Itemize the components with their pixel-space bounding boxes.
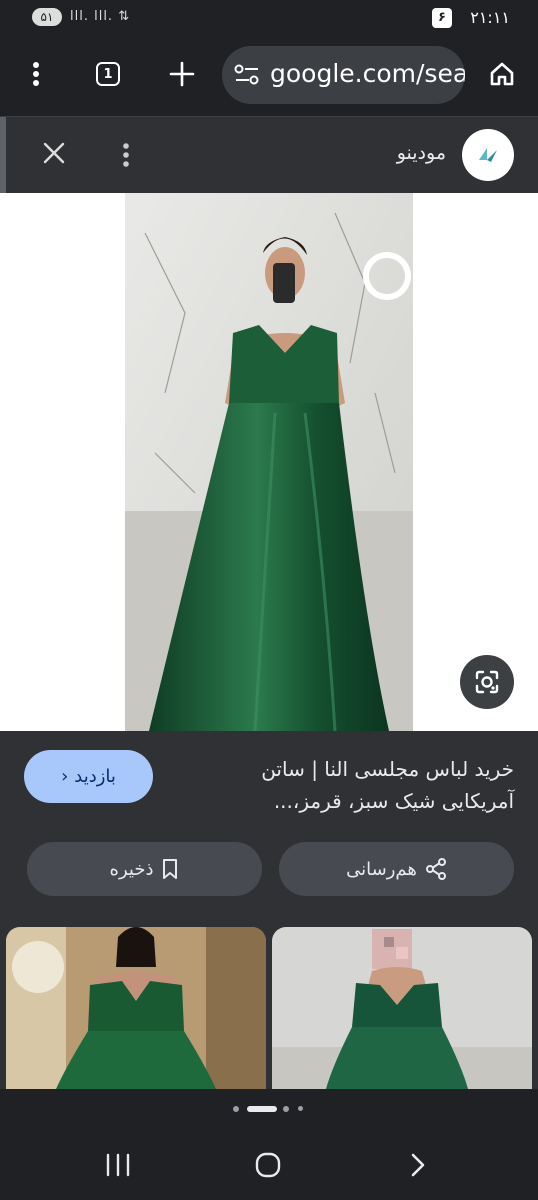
more-vert-icon (123, 143, 129, 167)
related-image-graphic (6, 927, 266, 1089)
url-text: google.com/sea (270, 59, 465, 88)
pager-dot (298, 1106, 303, 1111)
home-icon (490, 62, 514, 86)
more-options-button[interactable] (108, 137, 144, 173)
save-label: ذخیره (109, 858, 154, 880)
dress-photo[interactable] (125, 193, 413, 731)
tabs-icon: 1 (96, 62, 120, 86)
site-logo-icon (479, 148, 497, 162)
battery-indicator: ۵۱ (32, 8, 62, 26)
signal-indicator: lll. lll. ⇅ (70, 9, 131, 24)
tab-switcher-button[interactable]: 1 (86, 52, 130, 96)
bookmark-icon (163, 859, 178, 879)
share-button[interactable]: هم‌رسانی (279, 842, 514, 896)
visit-label: بازدید (74, 766, 116, 787)
tab-count: 1 (103, 66, 113, 82)
tune-icon[interactable] (234, 64, 260, 86)
result-title[interactable]: خرید لباس مجلسی النا | ساتن آمریکایی شیک… (214, 753, 514, 817)
image-viewer-header: مودینو (0, 117, 538, 193)
pager-dot-active (247, 1106, 277, 1112)
pager-dot (283, 1106, 289, 1112)
new-tab-button[interactable] (160, 52, 204, 96)
related-image[interactable] (272, 927, 532, 1089)
browser-toolbar: 1 google.com/sea (0, 36, 538, 116)
back-icon (411, 1153, 425, 1177)
close-button[interactable] (36, 137, 72, 173)
home-circle-icon (255, 1152, 281, 1178)
visit-button[interactable]: بازدید ‹ (24, 750, 153, 803)
plus-icon (169, 61, 195, 87)
site-logo[interactable] (462, 129, 514, 181)
save-button[interactable]: ذخیره (27, 842, 262, 896)
share-label: هم‌رسانی (346, 858, 417, 880)
site-name[interactable]: مودینو (397, 142, 446, 164)
menu-dots-icon (33, 62, 39, 86)
related-image-graphic (272, 927, 532, 1089)
address-bar[interactable]: google.com/sea (222, 46, 465, 104)
home-button[interactable] (480, 52, 524, 96)
recents-button[interactable] (98, 1147, 138, 1183)
share-icon (425, 858, 446, 880)
result-info-panel: خرید لباس مجلسی النا | ساتن آمریکایی شیک… (0, 731, 538, 1089)
home-nav-button[interactable] (248, 1147, 288, 1183)
back-button[interactable] (398, 1147, 438, 1183)
clock: ۲۱:۱۱ (470, 8, 510, 27)
chevron-left-icon: ‹ (61, 766, 69, 787)
notification-badge: ۶ (432, 8, 452, 28)
main-image-area (0, 193, 538, 731)
google-lens-button[interactable] (460, 655, 514, 709)
google-lens-icon (475, 670, 499, 694)
status-bar: ۵۱ lll. lll. ⇅ ۶ ۲۱:۱۱ (0, 0, 538, 36)
close-icon (43, 142, 65, 164)
system-nav-bar (0, 1129, 538, 1200)
browser-menu-button[interactable] (14, 52, 58, 96)
carousel-pager (0, 1089, 538, 1129)
related-image[interactable] (6, 927, 266, 1089)
recents-icon (106, 1153, 130, 1177)
pager-dot (233, 1106, 239, 1112)
dress-photo-graphic (125, 193, 413, 731)
